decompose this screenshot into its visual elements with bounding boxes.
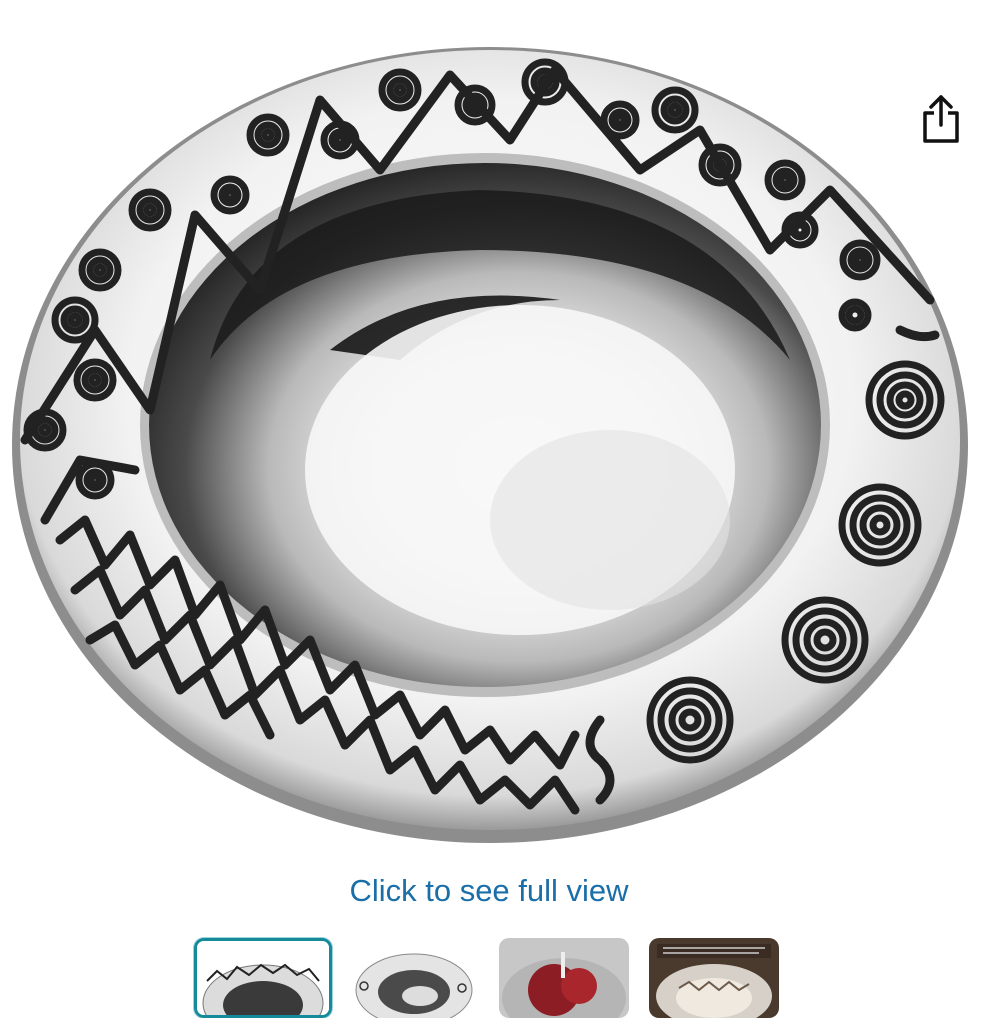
product-image[interactable] — [0, 0, 1000, 860]
thumbnail-4[interactable] — [649, 938, 779, 1018]
see-full-view-link[interactable]: Click to see full view — [0, 868, 978, 914]
thumbnail-3[interactable] — [499, 938, 629, 1018]
thumbnail-2[interactable] — [350, 938, 478, 1018]
thumbnail-strip — [194, 938, 794, 1018]
share-button[interactable] — [912, 88, 970, 150]
thumbnail-1[interactable] — [194, 938, 332, 1018]
share-icon — [923, 95, 959, 143]
